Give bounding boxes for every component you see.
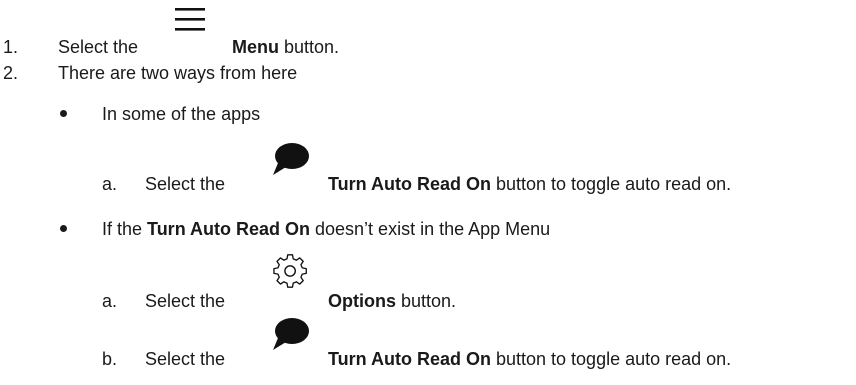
way-2-a-text-pre: Select the [145, 291, 226, 311]
way-1-a-text-post: button to toggle auto read on. [490, 174, 732, 194]
turn-auto-read-on-label: Turn Auto Read On [328, 174, 491, 194]
step-1-text-pre: Select the [58, 37, 139, 57]
way-1-a-text: Turn Auto Read On button to toggle auto … [328, 173, 731, 195]
way-2-b-text-pre: Select the [145, 349, 226, 369]
options-label: Options [328, 291, 396, 311]
bullet-2 [60, 225, 67, 232]
way-2-a-text-post: button. [396, 291, 457, 311]
menu-label: Menu [232, 37, 279, 57]
step-2-text: There are two ways from here [58, 63, 298, 83]
way-2-text-pre: If the [102, 219, 148, 239]
speech-bubble-icon [273, 318, 309, 350]
way-1-text: In some of the apps [102, 104, 261, 124]
gear-icon [273, 254, 307, 288]
step-2-number: 2. [3, 63, 19, 83]
way-2-a-text: Options button. [328, 290, 456, 312]
way-2-b-text-post: button to toggle auto read on. [490, 349, 732, 369]
turn-auto-read-on-label: Turn Auto Read On [147, 219, 311, 239]
way-2-text: If the Turn Auto Read On doesn’t exist i… [102, 218, 550, 240]
way-2-b-letter: b. [102, 349, 118, 369]
way-2-b-text: Turn Auto Read On button to toggle auto … [328, 348, 731, 370]
speech-bubble-icon [273, 143, 309, 175]
step-1-text-post: button. [279, 37, 340, 57]
way-2-a-letter: a. [102, 291, 118, 311]
way-2-text-post: doesn’t exist in the App Menu [310, 219, 551, 239]
hamburger-menu-icon [175, 8, 205, 31]
step-1-text: Menu button. [232, 36, 339, 58]
turn-auto-read-on-label: Turn Auto Read On [328, 349, 491, 369]
bullet-1 [60, 110, 67, 117]
way-1-a-letter: a. [102, 174, 118, 194]
way-1-a-text-pre: Select the [145, 174, 226, 194]
step-1-number: 1. [3, 37, 19, 57]
